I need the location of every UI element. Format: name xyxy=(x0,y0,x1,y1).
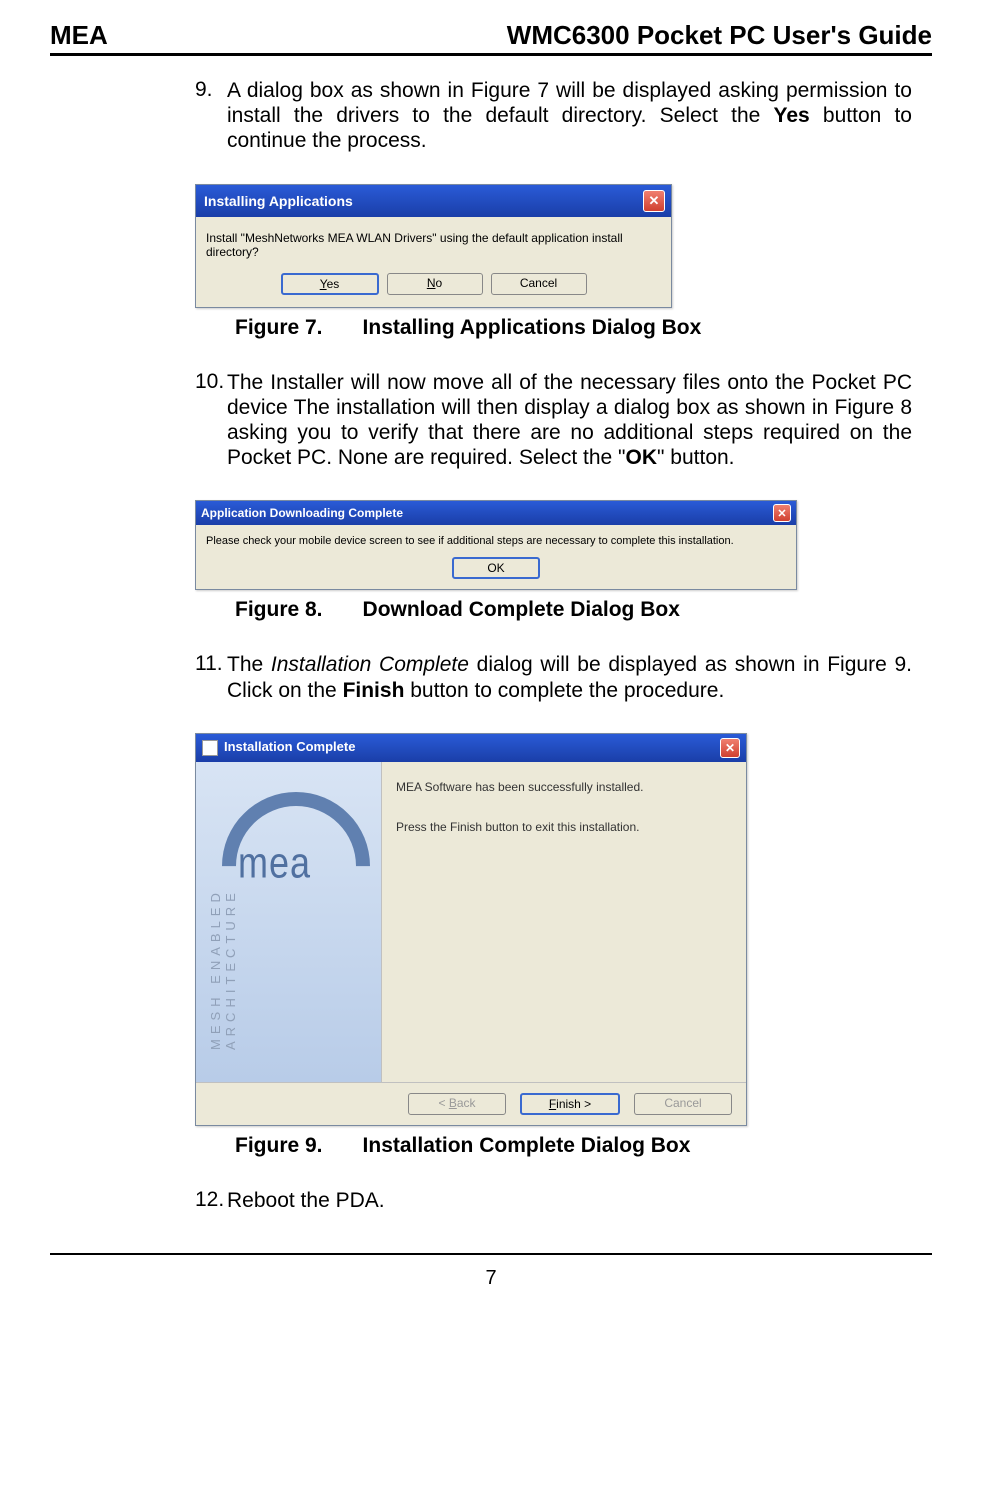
dialog-title: Application Downloading Complete xyxy=(201,506,403,520)
dialog-titlebar: Application Downloading Complete ✕ xyxy=(196,501,796,525)
yes-button[interactable]: Yes xyxy=(281,273,379,295)
app-icon xyxy=(202,740,218,756)
underline: B xyxy=(449,1096,457,1110)
wizard-sidebar: mea MESH ENABLED ARCHITECTURE xyxy=(196,762,382,1082)
btn-text: < xyxy=(438,1096,448,1110)
bold-text: Yes xyxy=(774,104,810,127)
close-icon[interactable]: ✕ xyxy=(773,504,791,522)
bold-text: OK xyxy=(626,446,658,469)
header-left: MEA xyxy=(50,20,108,51)
step-11: 11. The Installation Complete dialog wil… xyxy=(195,652,912,702)
caption-text: Download Complete Dialog Box xyxy=(363,598,680,621)
dialog-message: Please check your mobile device screen t… xyxy=(206,535,786,547)
figure-ref: Figure 7 xyxy=(471,79,549,102)
text: button to complete the procedure. xyxy=(404,679,724,702)
caption-text: Installation Complete Dialog Box xyxy=(363,1134,691,1157)
dialog-title: Installation Complete xyxy=(224,739,355,754)
text: asking you to verify that there are no a… xyxy=(227,421,912,469)
figure-ref: Figure 9 xyxy=(827,653,906,676)
finish-button[interactable]: Finish > xyxy=(520,1093,620,1115)
wizard-content: MEA Software has been successfully insta… xyxy=(382,762,746,1082)
step-text: The Installation Complete dialog will be… xyxy=(227,652,912,702)
step-12: 12. Reboot the PDA. xyxy=(195,1188,912,1213)
btn-text: inish > xyxy=(556,1097,591,1111)
dialog-title: Installing Applications xyxy=(204,193,353,209)
figure-8-caption: Figure 8. Download Complete Dialog Box xyxy=(235,598,912,622)
step-number: 10. xyxy=(195,370,227,471)
text: dialog will be displayed as shown in xyxy=(469,653,827,676)
logo-sidetext: MESH ENABLED ARCHITECTURE xyxy=(208,782,238,1050)
back-button: < Back xyxy=(408,1093,506,1115)
text: A dialog box as shown in xyxy=(227,79,471,102)
cancel-button: Cancel xyxy=(634,1093,732,1115)
btn-text: o xyxy=(435,276,442,290)
close-icon[interactable]: ✕ xyxy=(643,190,665,212)
footer-rule xyxy=(50,1253,932,1255)
install-success-text: MEA Software has been successfully insta… xyxy=(396,780,732,794)
underline: Y xyxy=(320,277,327,291)
figure-ref: Figure 8 xyxy=(835,396,913,419)
btn-text: es xyxy=(327,277,340,291)
figure-9-caption: Figure 9. Installation Complete Dialog Bo… xyxy=(235,1134,912,1158)
caption-label: Figure 7. xyxy=(235,316,323,339)
dialog-message: Install "MeshNetworks MEA WLAN Drivers" … xyxy=(206,231,661,259)
dialog-body: mea MESH ENABLED ARCHITECTURE MEA Softwa… xyxy=(196,762,746,1082)
step-number: 9. xyxy=(195,78,227,154)
figure-7-caption: Figure 7. Installing Applications Dialog … xyxy=(235,316,912,340)
dialog-titlebar: Installing Applications ✕ xyxy=(196,185,671,217)
page-number: 7 xyxy=(50,1267,932,1290)
logo-text: mea xyxy=(238,837,311,887)
title-wrap: Installation Complete xyxy=(202,739,355,756)
btn-text: ack xyxy=(457,1096,476,1110)
page-header: MEA WMC6300 Pocket PC User's Guide xyxy=(50,20,932,53)
step-text: Reboot the PDA. xyxy=(227,1188,385,1213)
wizard-buttons: < Back Finish > Cancel xyxy=(196,1082,746,1125)
dialog-body: Please check your mobile device screen t… xyxy=(196,525,796,589)
installing-applications-dialog: Installing Applications ✕ Install "MeshN… xyxy=(195,184,672,308)
header-rule xyxy=(50,53,932,56)
text: The Installer will now move all of the n… xyxy=(227,371,912,419)
caption-label: Figure 9. xyxy=(235,1134,323,1157)
ok-button[interactable]: OK xyxy=(452,557,540,579)
step-text: The Installer will now move all of the n… xyxy=(227,370,912,471)
caption-label: Figure 8. xyxy=(235,598,323,621)
caption-text: Installing Applications Dialog Box xyxy=(363,316,702,339)
step-9: 9. A dialog box as shown in Figure 7 wil… xyxy=(195,78,912,154)
no-button[interactable]: No xyxy=(387,273,483,295)
dialog-titlebar: Installation Complete ✕ xyxy=(196,734,746,762)
dialog-body: Install "MeshNetworks MEA WLAN Drivers" … xyxy=(196,217,671,307)
install-instruction-text: Press the Finish button to exit this ins… xyxy=(396,820,732,834)
step-text: A dialog box as shown in Figure 7 will b… xyxy=(227,78,912,154)
step-number: 12. xyxy=(195,1188,227,1213)
step-number: 11. xyxy=(195,652,227,702)
step-10: 10. The Installer will now move all of t… xyxy=(195,370,912,471)
italic-text: Installation Complete xyxy=(271,653,469,676)
close-icon[interactable]: ✕ xyxy=(720,738,740,758)
mea-logo: mea MESH ENABLED ARCHITECTURE xyxy=(208,782,368,1062)
bold-text: Finish xyxy=(343,679,405,702)
text: The xyxy=(227,653,271,676)
download-complete-dialog: Application Downloading Complete ✕ Pleas… xyxy=(195,500,797,590)
cancel-button[interactable]: Cancel xyxy=(491,273,587,295)
text: " button. xyxy=(657,446,735,469)
installation-complete-dialog: Installation Complete ✕ mea MESH ENABLED… xyxy=(195,733,747,1126)
header-right: WMC6300 Pocket PC User's Guide xyxy=(507,20,932,51)
